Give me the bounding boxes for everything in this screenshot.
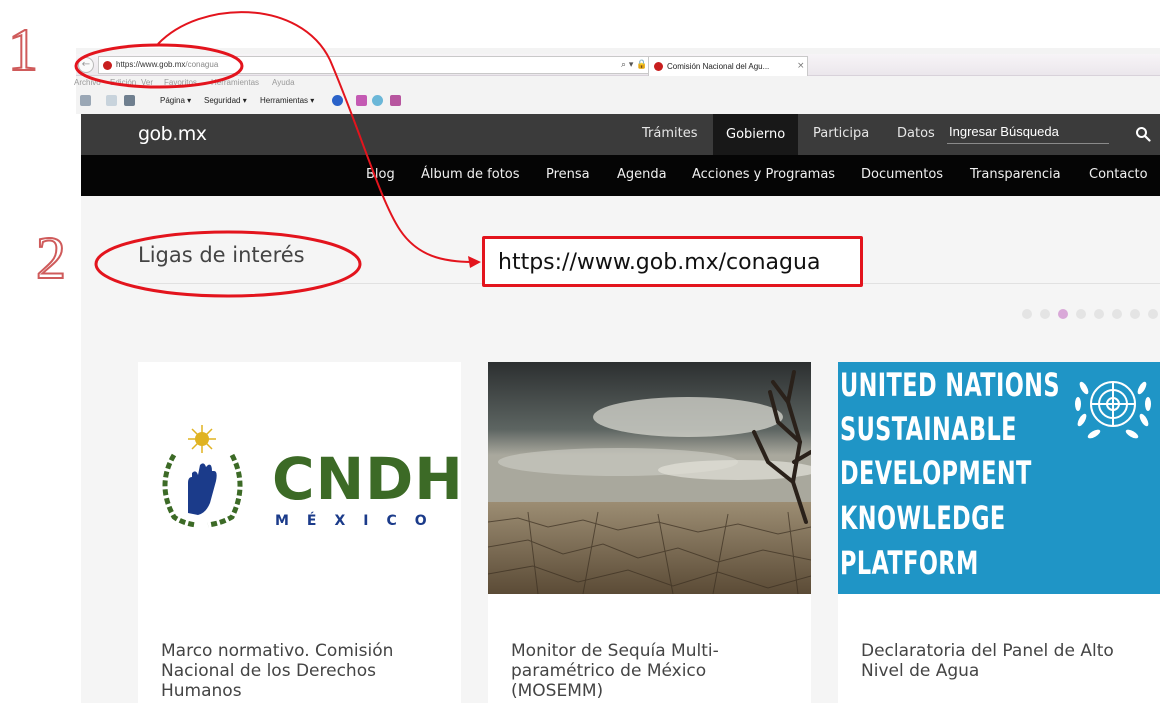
cndh-emblem-icon	[162, 425, 243, 528]
tab-close-icon[interactable]: ×	[797, 61, 805, 71]
card-title[interactable]: Monitor de Sequía Multi-paramétrico de M…	[511, 641, 801, 701]
nav-gobierno[interactable]: Gobierno	[713, 114, 799, 155]
subnav-documentos[interactable]: Documentos	[861, 167, 943, 182]
cndh-logo: CNDH MÉXICO	[152, 425, 463, 535]
carousel-dot[interactable]	[1040, 309, 1050, 319]
cndh-logo-text: CNDH	[272, 445, 464, 513]
browser-command-bar: Página ▾ Seguridad ▾ Herramientas ▾	[76, 92, 1160, 110]
help-icon[interactable]	[332, 95, 343, 106]
annotation-step-1: 1	[7, 17, 39, 83]
subnav-prensa[interactable]: Prensa	[546, 167, 590, 182]
subnav-agenda[interactable]: Agenda	[617, 167, 667, 182]
nav-tramites[interactable]: Trámites	[642, 126, 698, 141]
url-path: /conagua	[185, 60, 219, 69]
feeds-icon[interactable]	[106, 95, 117, 106]
site-top-bar: gob.mx Trámites Gobierno Participa Datos…	[81, 114, 1160, 155]
command-herramientas[interactable]: Herramientas ▾	[260, 96, 314, 105]
menu-favoritos[interactable]: Favoritos	[164, 78, 197, 87]
gobmx-logo[interactable]: gob.mx	[138, 123, 207, 145]
url-text: https://www.gob.mx/conagua	[116, 60, 218, 69]
command-seguridad[interactable]: Seguridad ▾	[204, 96, 247, 105]
card-title[interactable]: Declaratoria del Panel de Alto Nivel de …	[861, 641, 1151, 681]
un-sdkp-banner: UNITED NATIONS SUSTAINABLE DEVELOPMENT K…	[838, 362, 1160, 594]
carousel-dot[interactable]	[1148, 309, 1158, 319]
menu-ver[interactable]: Ver	[141, 78, 153, 87]
subnav-transparencia[interactable]: Transparencia	[970, 167, 1061, 182]
tab-favicon-icon	[654, 62, 663, 71]
back-button[interactable]: ←	[78, 57, 94, 73]
home-icon[interactable]	[80, 95, 91, 106]
menu-ayuda[interactable]: Ayuda	[272, 78, 295, 87]
section-sub-nav: Blog Álbum de fotos Prensa Agenda Accion…	[81, 155, 1160, 196]
banner-line-5: PLATFORM	[840, 544, 979, 582]
carousel-dot[interactable]	[1094, 309, 1104, 319]
section-title: Ligas de interés	[138, 243, 305, 267]
drought-landscape-image	[488, 362, 811, 594]
card-mosemm[interactable]: Monitor de Sequía Multi-paramétrico de M…	[488, 362, 811, 703]
menu-edicion[interactable]: Edición	[110, 78, 136, 87]
address-bar[interactable]: https://www.gob.mx/conagua ⌕ ▾ 🔒 C	[98, 56, 713, 74]
url-host: https://www.gob.mx	[116, 60, 186, 69]
url-callout-box: https://www.gob.mx/conagua	[482, 236, 863, 287]
menu-archivo[interactable]: Archivo	[74, 78, 101, 87]
carousel-dot[interactable]	[1058, 309, 1068, 319]
carousel-dot[interactable]	[1022, 309, 1032, 319]
command-pagina[interactable]: Página ▾	[160, 96, 191, 105]
research-icon[interactable]	[390, 95, 401, 106]
url-callout-text: https://www.gob.mx/conagua	[498, 250, 821, 275]
extension-icon[interactable]	[372, 95, 383, 106]
subnav-blog[interactable]: Blog	[366, 167, 395, 182]
logo-main: gob	[138, 123, 173, 145]
card-cndh[interactable]: CNDH MÉXICO Marco normativo. Comisión Na…	[138, 362, 463, 703]
addon-icon[interactable]	[356, 95, 367, 106]
banner-line-1: UNITED NATIONS	[840, 366, 1060, 404]
browser-chrome: ← https://www.gob.mx/conagua ⌕ ▾ 🔒 C Com…	[74, 48, 1160, 114]
search-input[interactable]: Ingresar Búsqueda	[947, 122, 1109, 144]
subnav-contacto[interactable]: Contacto	[1089, 167, 1148, 182]
subnav-acciones-programas[interactable]: Acciones y Programas	[692, 167, 835, 182]
banner-line-3: DEVELOPMENT	[840, 454, 1032, 492]
nav-participa[interactable]: Participa	[813, 126, 869, 141]
annotation-step-2: 2	[35, 225, 67, 291]
site-favicon-icon	[103, 61, 112, 70]
browser-menu-bar: Archivo Edición Ver Favoritos Herramient…	[74, 77, 1160, 90]
screenshot-root: ← https://www.gob.mx/conagua ⌕ ▾ 🔒 C Com…	[0, 0, 1160, 703]
print-icon[interactable]	[124, 95, 135, 106]
address-bar-row: ← https://www.gob.mx/conagua ⌕ ▾ 🔒 C Com…	[76, 54, 1160, 76]
browser-tab[interactable]: Comisión Nacional del Agu... ×	[648, 56, 808, 76]
carousel-dot[interactable]	[1076, 309, 1086, 319]
banner-line-2: SUSTAINABLE	[840, 410, 1017, 448]
carousel-dot[interactable]	[1112, 309, 1122, 319]
banner-line-4: KNOWLEDGE	[840, 499, 1006, 537]
carousel-dot[interactable]	[1130, 309, 1140, 319]
search-icon[interactable]	[1135, 126, 1151, 142]
card-title[interactable]: Marco normativo. Comisión Nacional de lo…	[161, 641, 451, 701]
tab-title: Comisión Nacional del Agu...	[667, 62, 770, 71]
menu-herramientas[interactable]: Herramientas	[211, 78, 259, 87]
drought-photo	[488, 362, 811, 594]
card-un-panel[interactable]: UNITED NATIONS SUSTAINABLE DEVELOPMENT K…	[838, 362, 1160, 703]
cndh-logo-subtext: MÉXICO	[275, 513, 445, 529]
un-emblem-icon	[1075, 381, 1151, 439]
logo-suffix: mx	[177, 123, 207, 145]
subnav-album-fotos[interactable]: Álbum de fotos	[421, 167, 520, 182]
nav-datos[interactable]: Datos	[897, 126, 935, 141]
